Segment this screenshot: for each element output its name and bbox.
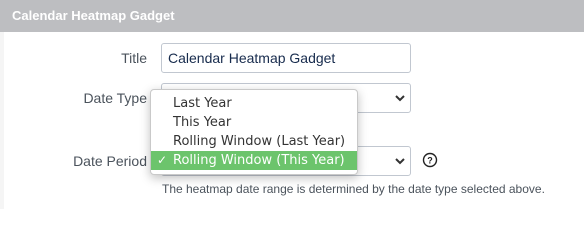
date-type-description: The heatmap date range is determined by … (162, 182, 545, 196)
date-type-label: Date Type (83, 90, 147, 106)
check-icon: ✓ (157, 153, 168, 167)
chevron-down-icon (395, 158, 405, 165)
svg-text:?: ? (427, 156, 433, 166)
option-rolling-this-year[interactable]: ✓ Rolling Window (This Year) (151, 151, 357, 170)
chevron-down-icon (395, 95, 405, 102)
date-type-dropdown-list: Last Year This Year Rolling Window (Last… (150, 89, 358, 175)
gadget-config-panel: Calendar Heatmap Gadget Title Calendar H… (0, 0, 584, 209)
title-input[interactable]: Calendar Heatmap Gadget (161, 43, 411, 73)
option-label: Last Year (173, 96, 232, 111)
option-label: This Year (173, 115, 232, 130)
option-this-year[interactable]: This Year (151, 113, 357, 132)
option-last-year[interactable]: Last Year (151, 94, 357, 113)
option-label: Rolling Window (Last Year) (173, 134, 346, 149)
option-label: Rolling Window (This Year) (173, 153, 345, 168)
option-rolling-last-year[interactable]: Rolling Window (Last Year) (151, 132, 357, 151)
question-circle-icon[interactable]: ? (422, 152, 438, 168)
title-label: Title (121, 50, 147, 66)
date-period-label: Date Period (73, 153, 147, 169)
panel-title: Calendar Heatmap Gadget (0, 0, 584, 32)
